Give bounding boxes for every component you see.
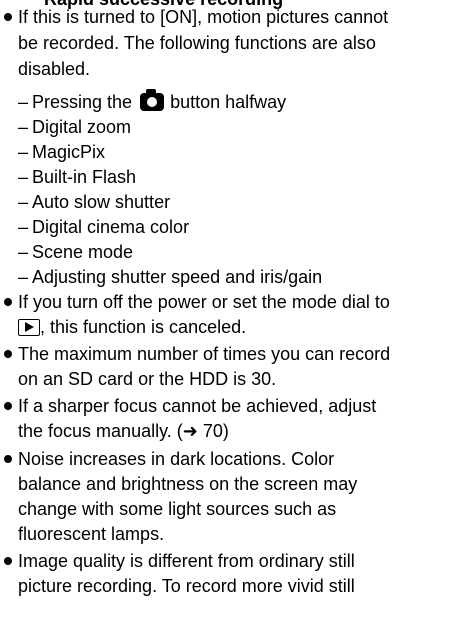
dash-mark: – (18, 117, 29, 137)
dash-mark: – (18, 267, 29, 287)
bullet-dot-icon (4, 13, 12, 21)
bullet-5-line-1: Noise increases in dark locations. Color (18, 449, 335, 469)
bullet-2-line-1: If you turn off the power or set the mod… (18, 292, 390, 312)
disabled-item-label: Digital zoom (32, 117, 132, 137)
bullet-3-line-2: on an SD card or the HDD is 30. (18, 369, 277, 389)
disabled-item-shutter-before: Pressing the (32, 92, 133, 112)
disabled-item-label: Digital cinema color (32, 217, 190, 237)
disabled-item-label: MagicPix (32, 142, 106, 162)
bullet-1-line-3: disabled. (18, 59, 91, 79)
dash-mark: – (18, 92, 29, 112)
bullet-4-line-2: the focus manually. (➜ 70) (18, 421, 229, 441)
dash-mark: – (18, 217, 29, 237)
disabled-item-cinema-color: – Digital cinema color (18, 215, 189, 239)
disabled-item-shutter-after: button halfway (170, 92, 287, 112)
bullet-3-line-1: The maximum number of times you can reco… (18, 344, 391, 364)
disabled-item-magicpix: – MagicPix (18, 140, 105, 164)
camera-shutter-icon (140, 89, 165, 111)
playback-mode-icon (18, 319, 40, 336)
disabled-item-scene-mode: – Scene mode (18, 240, 133, 264)
disabled-item-auto-slow-shutter: – Auto slow shutter (18, 190, 170, 214)
bullet-2-line-2-text: , this function is canceled. (40, 317, 247, 337)
bullet-dot-icon (4, 455, 12, 463)
disabled-item-flash: – Built-in Flash (18, 165, 136, 189)
bullet-1-line-1: If this is turned to [ON], motion pictur… (18, 7, 389, 27)
disabled-item-shutter: – Pressing the button halfway (18, 89, 287, 114)
disabled-item-shutter-iris: – Adjusting shutter speed and iris/gain (18, 265, 322, 289)
bullet-dot-icon (4, 557, 12, 565)
bullet-5-line-2: balance and brightness on the screen may (18, 474, 358, 494)
bullet-5-line-4: fluorescent lamps. (18, 524, 165, 544)
bullet-6-line-1: Image quality is different from ordinary… (18, 551, 355, 571)
disabled-item-label: Scene mode (32, 242, 134, 262)
bullet-dot-icon (4, 402, 12, 410)
bullet-2-line-2: , this function is canceled. (18, 315, 246, 339)
bullet-dot-icon (4, 350, 12, 358)
manual-page: Rapid successive recording If this is tu… (0, 0, 468, 617)
disabled-item-label: Built-in Flash (32, 167, 137, 187)
dash-mark: – (18, 192, 29, 212)
bullet-5-line-3: change with some light sources such as (18, 499, 337, 519)
disabled-item-label: Adjusting shutter speed and iris/gain (32, 267, 323, 287)
disabled-item-digital-zoom: – Digital zoom (18, 115, 131, 139)
bullet-4-line-1: If a sharper focus cannot be achieved, a… (18, 396, 377, 416)
bullet-dot-icon (4, 298, 12, 306)
disabled-item-label: Auto slow shutter (32, 192, 171, 212)
dash-mark: – (18, 242, 29, 262)
bullet-6-line-2: picture recording. To record more vivid … (18, 576, 355, 596)
dash-mark: – (18, 167, 29, 187)
dash-mark: – (18, 142, 29, 162)
bullet-1-line-2: be recorded. The following functions are… (18, 33, 376, 53)
